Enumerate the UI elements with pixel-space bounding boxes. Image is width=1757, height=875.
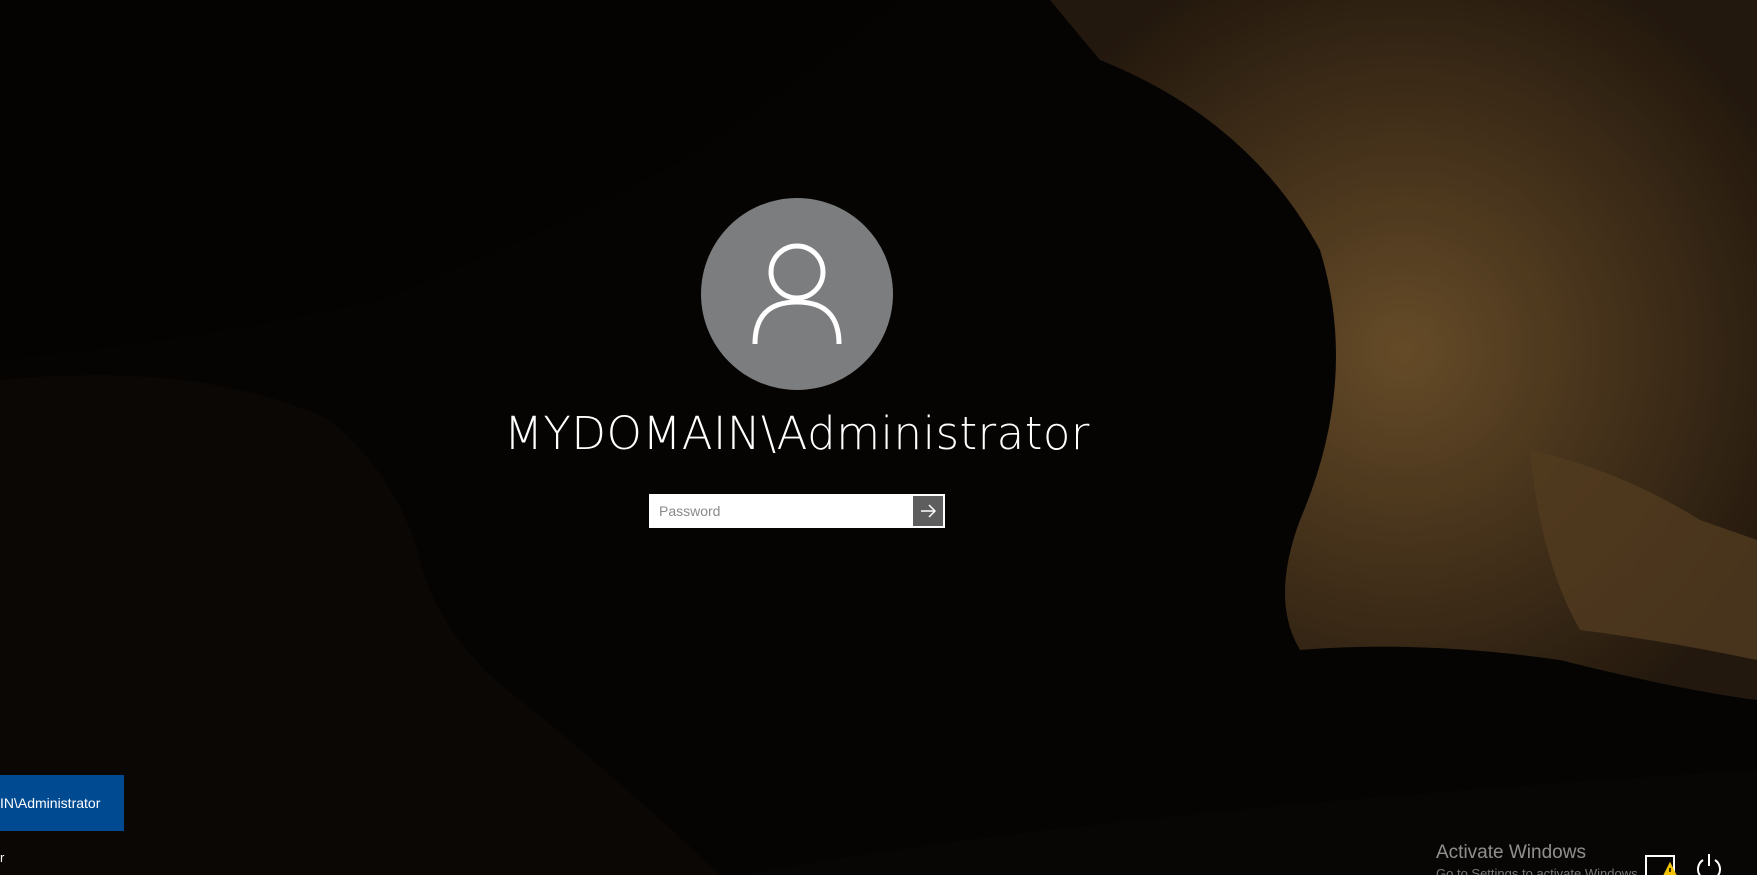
lock-screen: MYDOMAIN\Administrator IN\Administrator … xyxy=(0,0,1757,875)
username-label: MYDOMAIN\Administrator xyxy=(504,407,1090,460)
user-avatar-icon xyxy=(701,198,893,390)
activate-windows-title: Activate Windows xyxy=(1436,842,1586,863)
user-switch-tile[interactable]: IN\Administrator xyxy=(0,775,124,831)
activate-windows-subtitle: Go to Settings to activate Windows. xyxy=(1436,866,1642,875)
password-input[interactable] xyxy=(651,496,913,526)
user-switch-label: IN\Administrator xyxy=(0,795,101,811)
arrow-right-icon xyxy=(920,504,936,518)
submit-button[interactable] xyxy=(913,496,943,526)
other-user-label[interactable]: r xyxy=(0,850,4,865)
network-icon[interactable] xyxy=(1644,852,1678,875)
power-icon[interactable] xyxy=(1692,852,1726,875)
password-field-container xyxy=(649,494,945,528)
